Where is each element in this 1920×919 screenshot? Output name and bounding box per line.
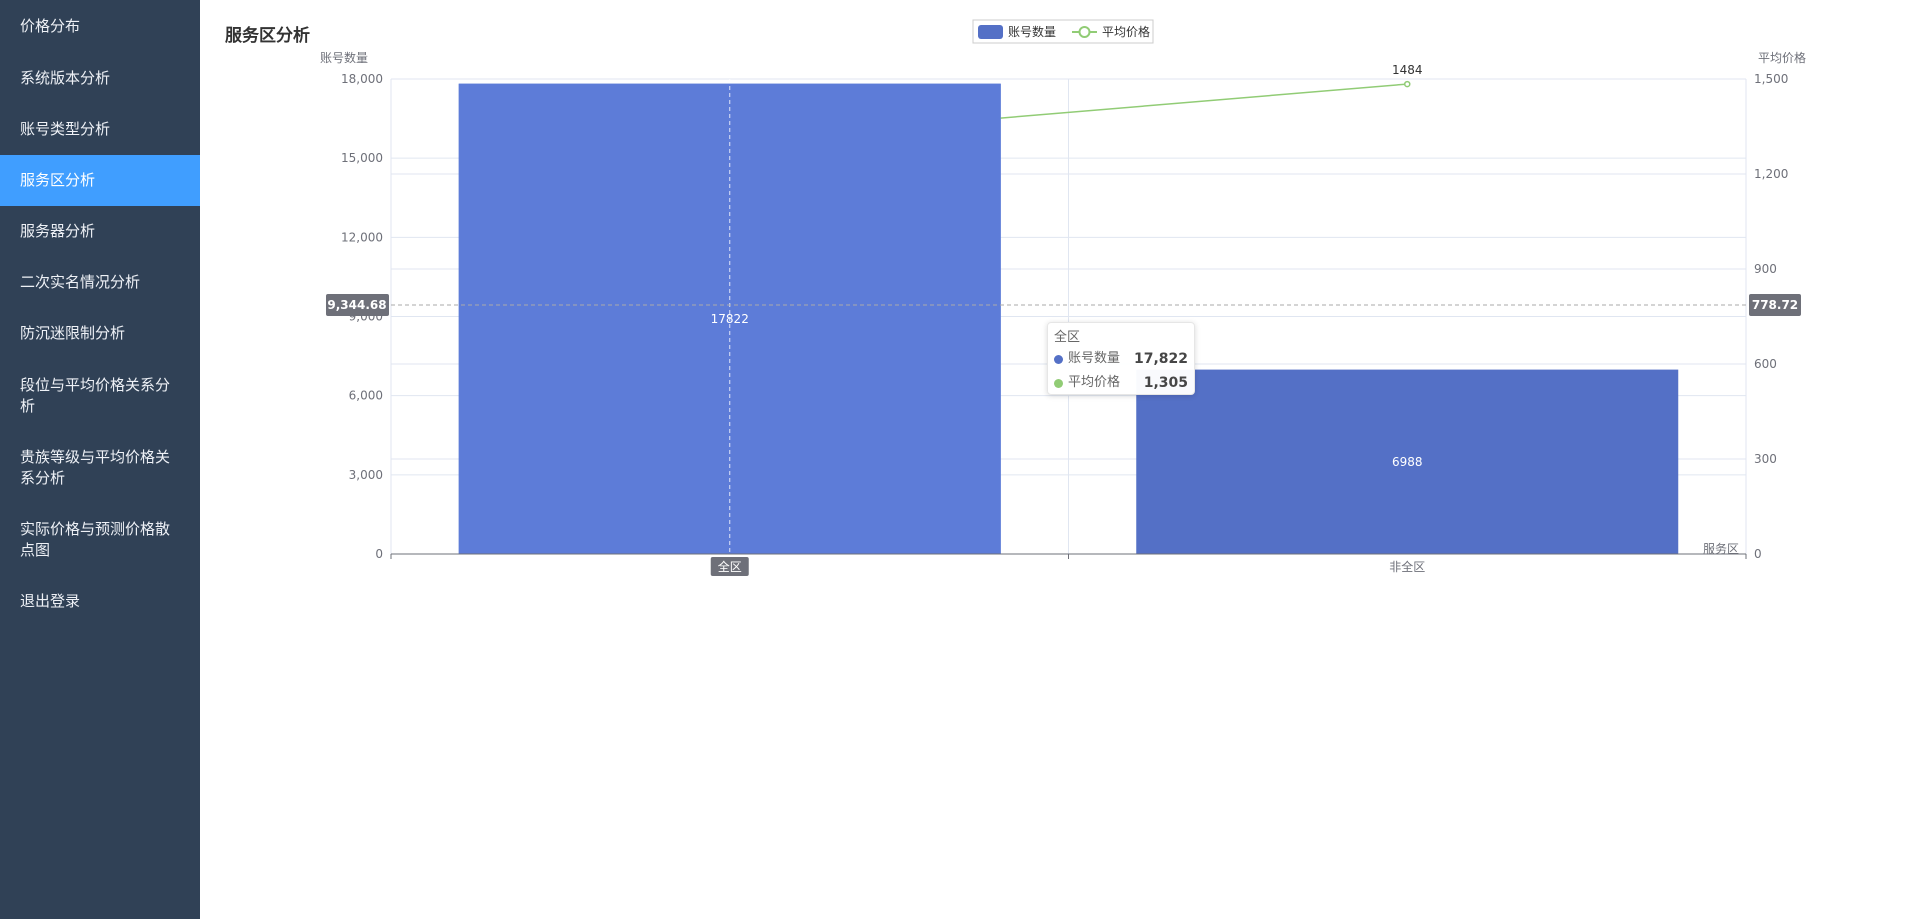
menu-item-label: 退出登录 — [20, 591, 81, 610]
y-left-tick-label: 3,000 — [349, 468, 383, 482]
y-left-tick-label: 15,000 — [341, 151, 383, 165]
menu-item-system-version[interactable]: 系统版本分析 — [0, 52, 200, 104]
y-left-tick-label: 6,000 — [349, 389, 383, 403]
legend-bar-swatch — [978, 25, 1003, 39]
menu-item-label: 段位与平均价格关系分析 — [20, 375, 171, 415]
y-right-tick-label: 600 — [1754, 357, 1777, 371]
menu-item-anti-addiction[interactable]: 防沉迷限制分析 — [0, 308, 200, 359]
bar-label: 6988 — [1392, 455, 1423, 469]
crosshair-right-value: 778.72 — [1752, 298, 1798, 312]
chart: 账号数量 平均价格 账号数量 平均价格 17822 6988 1484 0 3,00… — [320, 19, 1806, 576]
y-left-tick-label: 0 — [375, 547, 383, 561]
y-right-ticks: 0 300 600 900 1,200 1,500 — [1754, 72, 1788, 561]
menu-item-server[interactable]: 服务器分析 — [0, 206, 200, 257]
tooltip-row: 平均价格 1,305 — [1054, 371, 1188, 395]
tooltip-row-value: 1,305 — [1143, 375, 1188, 391]
y-left-tick-label: 12,000 — [341, 230, 383, 244]
line-point[interactable] — [1404, 80, 1411, 88]
line-point-label: 1484 — [1392, 63, 1423, 77]
menu-item-label: 二次实名情况分析 — [20, 273, 141, 291]
tooltip-row: 账号数量 17,822 — [1054, 347, 1188, 371]
menu-item-label: 系统版本分析 — [20, 68, 111, 87]
sidebar: 价格分布 系统版本分析 账号类型分析 服务区分析 服务器分析 二次实名情况分析 … — [0, 0, 200, 919]
crosshair-left-value: 9,344.68 — [327, 298, 386, 312]
menu-item-secondary-realname[interactable]: 二次实名情况分析 — [0, 257, 200, 308]
tooltip-row-value: 17,822 — [1133, 351, 1188, 367]
tooltip-line-dot — [1054, 378, 1063, 388]
y-left-tick-label: 18,000 — [341, 72, 383, 86]
menu-item-label: 贵族等级与平均价格关系分析 — [20, 448, 171, 487]
legend-line-label[interactable]: 平均价格 — [1102, 24, 1150, 39]
y-right-tick-label: 1,500 — [1754, 72, 1788, 86]
main-content: 服务区分析 账号数量 平均价格 账号数量 平均价格 178226988 1484… — [200, 0, 1920, 919]
legend[interactable]: 账号数量 平均价格 — [972, 19, 1154, 44]
tooltip-row-name: 账号数量 — [1068, 351, 1121, 366]
x-tick-label: 非全区 — [1389, 559, 1425, 574]
x-axis-title: 服务区 — [1703, 541, 1739, 556]
y-right-tick-label: 0 — [1754, 547, 1762, 561]
y-right-tick-label: 900 — [1754, 262, 1777, 276]
bar-label: 17822 — [711, 312, 749, 326]
tooltip: 全区 账号数量 17,822 平均价格 1,305 — [1047, 322, 1195, 395]
tooltip-row-name: 平均价格 — [1068, 375, 1121, 390]
x-tick-label: 全区 — [718, 559, 742, 574]
x-axis: 全区 非全区 — [390, 553, 1747, 576]
y-left-axis-title: 账号数量 — [320, 50, 368, 65]
y-left-ticks: 03,0006,0009,00012,00015,00018,000 — [341, 72, 383, 561]
menu-item-logout[interactable]: 退出登录 — [0, 576, 200, 626]
y-right-tick-label: 1,200 — [1754, 167, 1788, 181]
menu-item-rank-price[interactable]: 段位与平均价格关系分析 — [0, 359, 200, 432]
menu-item-price-distribution[interactable]: 价格分布 — [0, 0, 200, 52]
menu-item-noble-price[interactable]: 贵族等级与平均价格关系分析 — [0, 432, 200, 504]
legend-line-marker — [1078, 26, 1091, 38]
menu-item-label: 服务区分析 — [20, 171, 96, 189]
menu-item-label: 实际价格与预测价格散点图 — [20, 520, 171, 559]
menu-item-service-region[interactable]: 服务区分析 — [0, 155, 200, 206]
y-right-tick-label: 300 — [1754, 452, 1777, 466]
tooltip-title: 全区 — [1054, 330, 1081, 345]
menu-item-label: 服务器分析 — [20, 222, 96, 240]
menu-item-account-type[interactable]: 账号类型分析 — [0, 104, 200, 155]
menu-item-label: 账号类型分析 — [20, 120, 111, 138]
legend-bar-label[interactable]: 账号数量 — [1008, 24, 1056, 39]
menu-item-label: 防沉迷限制分析 — [20, 324, 126, 342]
tooltip-bar-dot — [1054, 354, 1063, 364]
menu-item-actual-vs-predicted[interactable]: 实际价格与预测价格散点图 — [0, 504, 200, 576]
y-right-axis-title: 平均价格 — [1758, 50, 1806, 65]
menu-item-label: 价格分布 — [20, 16, 81, 35]
